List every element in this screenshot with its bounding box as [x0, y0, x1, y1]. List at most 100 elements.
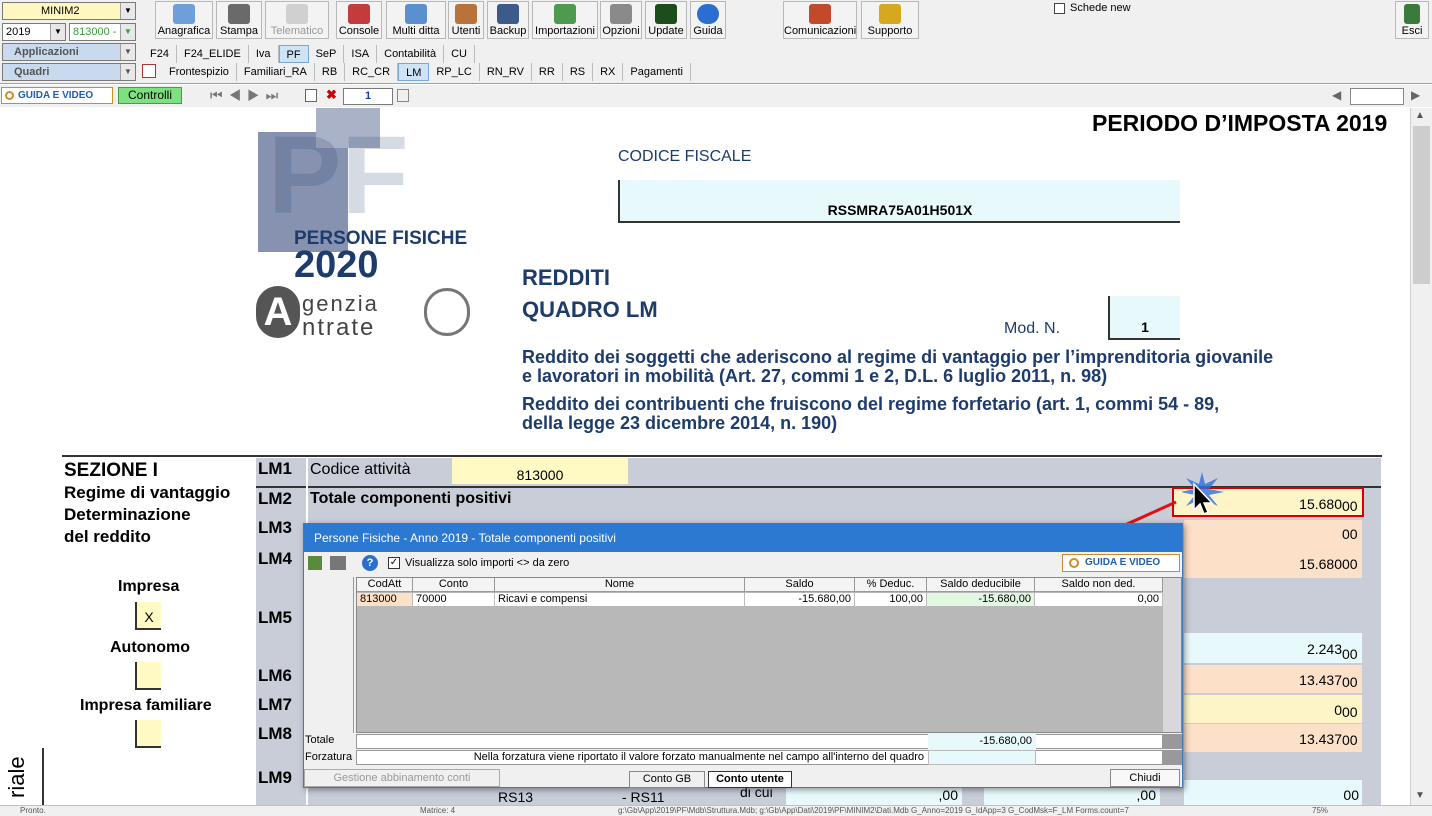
dialog-guida-video-button[interactable]: GUIDA E VIDEO	[1062, 554, 1180, 572]
applicazioni-select[interactable]: Applicazioni ▼	[2, 43, 136, 61]
lm3-field[interactable]	[1184, 520, 1362, 550]
tab-f24-elide[interactable]: F24_ELIDE	[177, 45, 249, 63]
schede-new-checkbox[interactable]	[1054, 3, 1065, 14]
scroll-right-icon[interactable]: ▶	[1411, 88, 1420, 102]
utenti-button[interactable]: Utenti	[448, 1, 484, 39]
supporto-button[interactable]: Supporto	[861, 1, 919, 39]
lm8-field[interactable]: 13.437	[1184, 724, 1362, 752]
table-row-cell[interactable]: -15.680,00	[745, 593, 855, 606]
impresa-familiare-checkbox[interactable]	[135, 720, 161, 748]
update-button[interactable]: Update	[645, 1, 687, 39]
scroll-left-icon[interactable]: ◀	[1332, 88, 1341, 102]
forzatura-field[interactable]	[928, 750, 1036, 765]
col-saldo-non-ded[interactable]: Saldo non ded.	[1035, 578, 1163, 592]
first-prev-next-last-icons[interactable]: ⏮◀▶⏭	[210, 87, 284, 104]
tab-f24[interactable]: F24	[143, 45, 177, 63]
scroll-down-icon[interactable]: ▼	[1415, 790, 1425, 801]
backup-button[interactable]: Backup	[487, 1, 529, 39]
telematico-button[interactable]: Telematico	[265, 1, 329, 39]
table-row-cell[interactable]: 0,00	[1035, 593, 1163, 606]
tab-iva[interactable]: Iva	[249, 45, 279, 63]
table-row-cell[interactable]: 813000	[357, 593, 413, 606]
lm6-field[interactable]: 13.437	[1184, 665, 1362, 693]
col-saldo-deducibile[interactable]: Saldo deducibile	[927, 578, 1035, 592]
codice-fiscale-field[interactable]: RSSMRA75A01H501X	[618, 180, 1180, 223]
export-icon[interactable]	[308, 556, 322, 570]
guida-button[interactable]: Guida	[690, 1, 726, 39]
col-deduc[interactable]: % Deduc.	[855, 578, 927, 592]
col-saldo[interactable]: Saldo	[745, 578, 855, 592]
scroll-up-icon[interactable]: ▲	[1415, 110, 1425, 121]
lm4-field[interactable]: 15.680	[1184, 548, 1362, 578]
tab-rx[interactable]: RX	[593, 63, 624, 81]
tab-cu[interactable]: CU	[444, 45, 475, 63]
description-2: Reddito dei contribuenti che fruiscono d…	[522, 394, 1220, 433]
table-row-cell[interactable]: Ricavi e compensi	[495, 593, 745, 606]
printer-icon[interactable]	[330, 556, 346, 570]
vertical-scrollbar[interactable]: ▲ ▼	[1410, 108, 1432, 805]
lm5-field[interactable]: 2.243	[1184, 633, 1362, 663]
activity-select[interactable]: 813000 - ▼	[69, 23, 136, 41]
quadri-tabs: Frontespizio Familiari_RA RB RC_CR LM RP…	[162, 63, 691, 81]
importazioni-button[interactable]: Importazioni	[532, 1, 598, 39]
tab-isa[interactable]: ISA	[344, 45, 378, 63]
totale-componenti-dialog: Persone Fisiche - Anno 2019 - Totale com…	[303, 523, 1183, 788]
tab-lm[interactable]: LM	[398, 63, 430, 81]
autonomo-label: Autonomo	[110, 639, 190, 656]
controlli-button[interactable]: Controlli	[118, 87, 182, 104]
visualizza-checkbox[interactable]: ✓	[388, 557, 400, 569]
tab-pf[interactable]: PF	[278, 45, 309, 63]
tab-contabilita[interactable]: Contabilità	[377, 45, 445, 63]
chiudi-button[interactable]: Chiudi	[1110, 769, 1180, 787]
console-button[interactable]: Console	[336, 1, 382, 39]
help-icon[interactable]: ?	[362, 555, 378, 571]
tab-pagamenti[interactable]: Pagamenti	[623, 63, 691, 81]
page-number-field[interactable]: 1	[343, 88, 393, 105]
table-row-cell[interactable]: 100,00	[855, 593, 927, 606]
search-page-icon[interactable]	[397, 89, 409, 102]
table-row-cell[interactable]: -15.680,00	[927, 593, 1035, 606]
tab-rb[interactable]: RB	[315, 63, 346, 81]
company-select[interactable]: MINIM2 ▼	[2, 2, 136, 20]
col-nome[interactable]: Nome	[495, 578, 745, 592]
tab-frontespizio[interactable]: Frontespizio	[162, 63, 237, 81]
schede-new-label: Schede new	[1070, 2, 1131, 14]
multi-ditta-button[interactable]: Multi ditta	[386, 1, 446, 39]
zoom-field[interactable]	[1350, 88, 1404, 105]
table-row-cell[interactable]: 70000	[413, 593, 495, 606]
lm7-field[interactable]: 0	[1184, 695, 1362, 723]
tab-rc-cr[interactable]: RC_CR	[345, 63, 399, 81]
lm4-code: LM4	[258, 549, 292, 568]
tab-familiari-ra[interactable]: Familiari_RA	[237, 63, 315, 81]
conto-gb-tab[interactable]: Conto GB	[629, 771, 705, 788]
mod-n-field[interactable]: 1	[1108, 296, 1180, 340]
lm9-code: LM9	[258, 768, 292, 787]
tab-rn-rv[interactable]: RN_RV	[480, 63, 532, 81]
autonomo-checkbox[interactable]	[135, 662, 161, 690]
codice-attivita-field[interactable]: 813000	[452, 458, 628, 484]
col-conto[interactable]: Conto	[413, 578, 495, 592]
pdf-icon[interactable]	[142, 64, 156, 78]
delete-page-icon[interactable]: ✖	[326, 88, 340, 102]
tab-rp-lc[interactable]: RP_LC	[429, 63, 480, 81]
impresa-checkbox[interactable]: X	[135, 602, 161, 630]
opzioni-button[interactable]: Opzioni	[600, 1, 642, 39]
grid-scrollbar[interactable]	[1163, 578, 1181, 732]
year-select[interactable]: 2019 ▼	[2, 23, 66, 41]
new-page-icon[interactable]	[305, 89, 317, 102]
col-codatt[interactable]: CodAtt	[357, 578, 413, 592]
quadri-select[interactable]: Quadri ▼	[2, 63, 136, 81]
comunicazioni-button[interactable]: Comunicazioni	[783, 1, 857, 39]
anagrafica-button[interactable]: Anagrafica	[155, 1, 213, 39]
tab-rr[interactable]: RR	[532, 63, 563, 81]
conto-utente-tab[interactable]: Conto utente	[708, 771, 792, 788]
tab-sep[interactable]: SeP	[309, 45, 345, 63]
tab-rs[interactable]: RS	[563, 63, 594, 81]
gestione-abbinamento-button[interactable]: Gestione abbinamento conti	[304, 769, 500, 787]
guida-video-button[interactable]: GUIDA E VIDEO	[1, 87, 113, 104]
stampa-button[interactable]: Stampa	[216, 1, 262, 39]
scroll-thumb[interactable]	[1413, 126, 1430, 284]
wrench-icon	[610, 4, 632, 24]
lm9-field-3[interactable]: 00	[1184, 780, 1362, 805]
esci-button[interactable]: Esci	[1395, 1, 1429, 39]
